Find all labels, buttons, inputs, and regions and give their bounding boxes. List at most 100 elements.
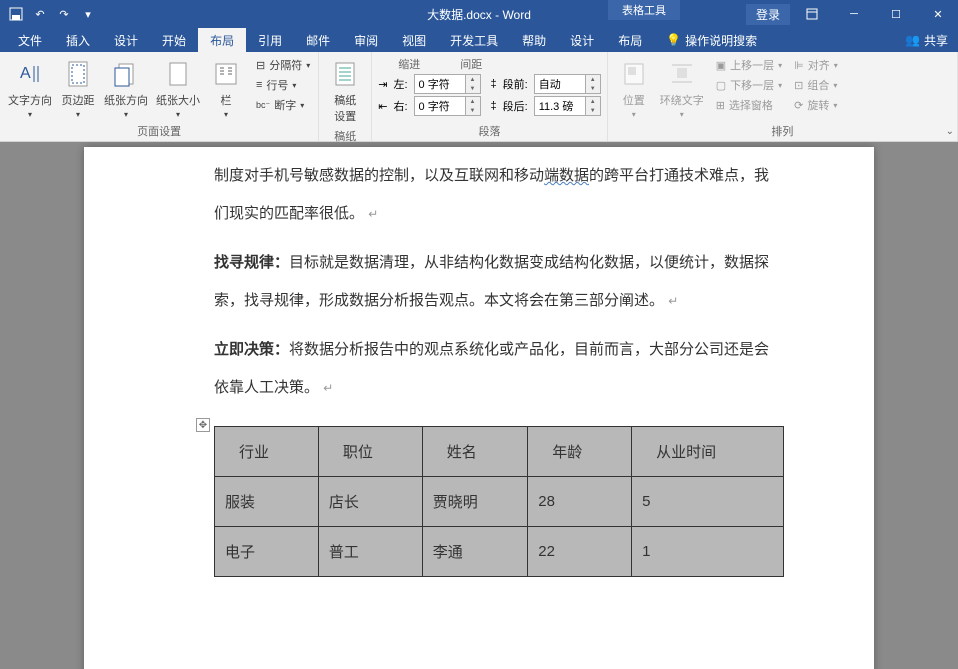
table-container: ✥ 行业 职位 姓名 年龄 从业时间 服装 店长 贾晓明 28 5 电子	[214, 426, 784, 577]
paragraph-3[interactable]: 立即决策：将数据分析报告中的观点系统化或产品化，目前而言，大部分公司还是会依靠人…	[214, 331, 784, 406]
menu-dev[interactable]: 开发工具	[438, 28, 510, 53]
align-icon: ⊫	[794, 59, 804, 72]
table-header-cell[interactable]: 姓名	[422, 427, 527, 477]
chevron-down-icon: ▾	[176, 110, 180, 119]
page-setup-label: 页面设置	[6, 121, 312, 139]
selection-pane-button[interactable]: ⊞选择窗格	[714, 96, 784, 114]
space-before-input[interactable]: ▲▼	[534, 74, 601, 94]
wrap-icon	[666, 58, 698, 90]
menu-file[interactable]: 文件	[6, 28, 54, 53]
table-cell[interactable]: 普工	[318, 527, 422, 577]
redo-icon[interactable]: ↷	[56, 6, 72, 22]
table-header-cell[interactable]: 从业时间	[632, 427, 784, 477]
indent-left-icon: ⇥	[378, 78, 387, 91]
draft-icon	[329, 58, 361, 90]
table-cell[interactable]: 22	[528, 527, 632, 577]
send-backward-icon: ▢	[716, 79, 726, 92]
table-cell[interactable]: 贾晓明	[422, 477, 527, 527]
chevron-down-icon: ▾	[224, 110, 228, 119]
indent-right-input[interactable]: ▲▼	[414, 96, 481, 116]
ribbon-group-draft: 稿纸 设置 稿纸	[319, 52, 372, 141]
paragraph-label: 段落	[378, 121, 600, 139]
table-header-cell[interactable]: 年龄	[528, 427, 632, 477]
spin-down-icon[interactable]: ▼	[586, 106, 600, 115]
chevron-down-icon: ▾	[306, 61, 310, 70]
menu-table-layout[interactable]: 布局	[606, 28, 654, 53]
document-area[interactable]: 制度对手机号敏感数据的控制，以及互联网和移动端数据的跨平台打通技术难点，我们现实…	[0, 142, 958, 669]
close-icon[interactable]: ✕	[918, 0, 958, 28]
orientation-button[interactable]: 纸张方向 ▾	[102, 56, 150, 121]
window-controls: 登录 ─ ☐ ✕	[746, 0, 958, 28]
indent-label: 缩进	[398, 56, 420, 72]
rotate-button[interactable]: ⟳旋转▾	[792, 96, 840, 114]
menu-mailings[interactable]: 邮件	[294, 28, 342, 53]
chevron-down-icon: ▾	[778, 81, 782, 90]
page-size-icon	[162, 58, 194, 90]
save-icon[interactable]	[8, 6, 24, 22]
align-button[interactable]: ⊫对齐▾	[792, 56, 840, 74]
table-cell[interactable]: 28	[528, 477, 632, 527]
spin-down-icon[interactable]: ▼	[466, 84, 480, 93]
table-cell[interactable]: 店长	[318, 477, 422, 527]
send-backward-button[interactable]: ▢下移一层▾	[714, 76, 784, 94]
hyphenation-icon: bc⁻	[256, 100, 270, 111]
columns-icon	[210, 58, 242, 90]
hyphenation-button[interactable]: bc⁻断字▾	[254, 96, 312, 114]
document-table[interactable]: 行业 职位 姓名 年龄 从业时间 服装 店长 贾晓明 28 5 电子 普工 李通	[214, 426, 784, 577]
draft-settings-button[interactable]: 稿纸 设置	[325, 56, 365, 126]
spin-down-icon[interactable]: ▼	[586, 84, 600, 93]
table-header-cell[interactable]: 职位	[318, 427, 422, 477]
columns-button[interactable]: 栏 ▾	[206, 56, 246, 121]
menu-layout[interactable]: 布局	[198, 28, 246, 53]
spin-up-icon[interactable]: ▲	[466, 75, 480, 84]
line-numbers-button[interactable]: ≡行号▾	[254, 76, 312, 94]
spin-up-icon[interactable]: ▲	[466, 97, 480, 106]
ribbon-collapse-icon[interactable]: ⌄	[946, 126, 954, 137]
spin-down-icon[interactable]: ▼	[466, 106, 480, 115]
spin-up-icon[interactable]: ▲	[586, 75, 600, 84]
share-button[interactable]: 👥 共享	[905, 32, 948, 49]
group-button[interactable]: ⊡组合▾	[792, 76, 840, 94]
paragraph-mark-icon: ↵	[668, 294, 678, 308]
login-button[interactable]: 登录	[746, 4, 790, 25]
chevron-down-icon: ▾	[632, 110, 636, 119]
proofing-mark: 端数据	[544, 167, 589, 184]
table-cell[interactable]: 电子	[215, 527, 319, 577]
menu-review[interactable]: 审阅	[342, 28, 390, 53]
chevron-down-icon: ▾	[680, 110, 684, 119]
spin-up-icon[interactable]: ▲	[586, 97, 600, 106]
margins-button[interactable]: 页边距 ▾	[58, 56, 98, 121]
draft-label: 稿纸	[325, 126, 365, 144]
maximize-icon[interactable]: ☐	[876, 0, 916, 28]
minimize-icon[interactable]: ─	[834, 0, 874, 28]
table-cell[interactable]: 5	[632, 477, 784, 527]
paragraph-1[interactable]: 制度对手机号敏感数据的控制，以及互联网和移动端数据的跨平台打通技术难点，我们现实…	[214, 147, 784, 232]
menu-start[interactable]: 开始	[150, 28, 198, 53]
ribbon-options-icon[interactable]	[792, 0, 832, 28]
table-cell[interactable]: 李通	[422, 527, 527, 577]
menu-help[interactable]: 帮助	[510, 28, 558, 53]
table-move-handle[interactable]: ✥	[196, 418, 210, 432]
undo-icon[interactable]: ↶	[32, 6, 48, 22]
space-after-input[interactable]: ▲▼	[534, 96, 601, 116]
table-cell[interactable]: 服装	[215, 477, 319, 527]
indent-left-input[interactable]: ▲▼	[414, 74, 481, 94]
tell-me-search[interactable]: 💡 操作说明搜索	[666, 32, 757, 49]
qat-dropdown-icon[interactable]: ▾	[80, 6, 96, 22]
menu-table-design[interactable]: 设计	[558, 28, 606, 53]
breaks-button[interactable]: ⊟分隔符▾	[254, 56, 312, 74]
table-cell[interactable]: 1	[632, 527, 784, 577]
menu-insert[interactable]: 插入	[54, 28, 102, 53]
table-header-cell[interactable]: 行业	[215, 427, 319, 477]
size-button[interactable]: 纸张大小 ▾	[154, 56, 202, 121]
document-title: 大数据.docx - Word	[427, 6, 531, 23]
paragraph-2[interactable]: 找寻规律：目标就是数据清理，从非结构化数据变成结构化数据，以便统计，数据探索，找…	[214, 244, 784, 319]
text-direction-button[interactable]: A 文字方向 ▾	[6, 56, 54, 121]
menu-references[interactable]: 引用	[246, 28, 294, 53]
wrap-text-button[interactable]: 环绕文字 ▾	[658, 56, 706, 121]
menu-view[interactable]: 视图	[390, 28, 438, 53]
menu-design[interactable]: 设计	[102, 28, 150, 53]
position-button[interactable]: 位置 ▾	[614, 56, 654, 121]
chevron-down-icon: ▾	[834, 61, 838, 70]
bring-forward-button[interactable]: ▣上移一层▾	[714, 56, 784, 74]
